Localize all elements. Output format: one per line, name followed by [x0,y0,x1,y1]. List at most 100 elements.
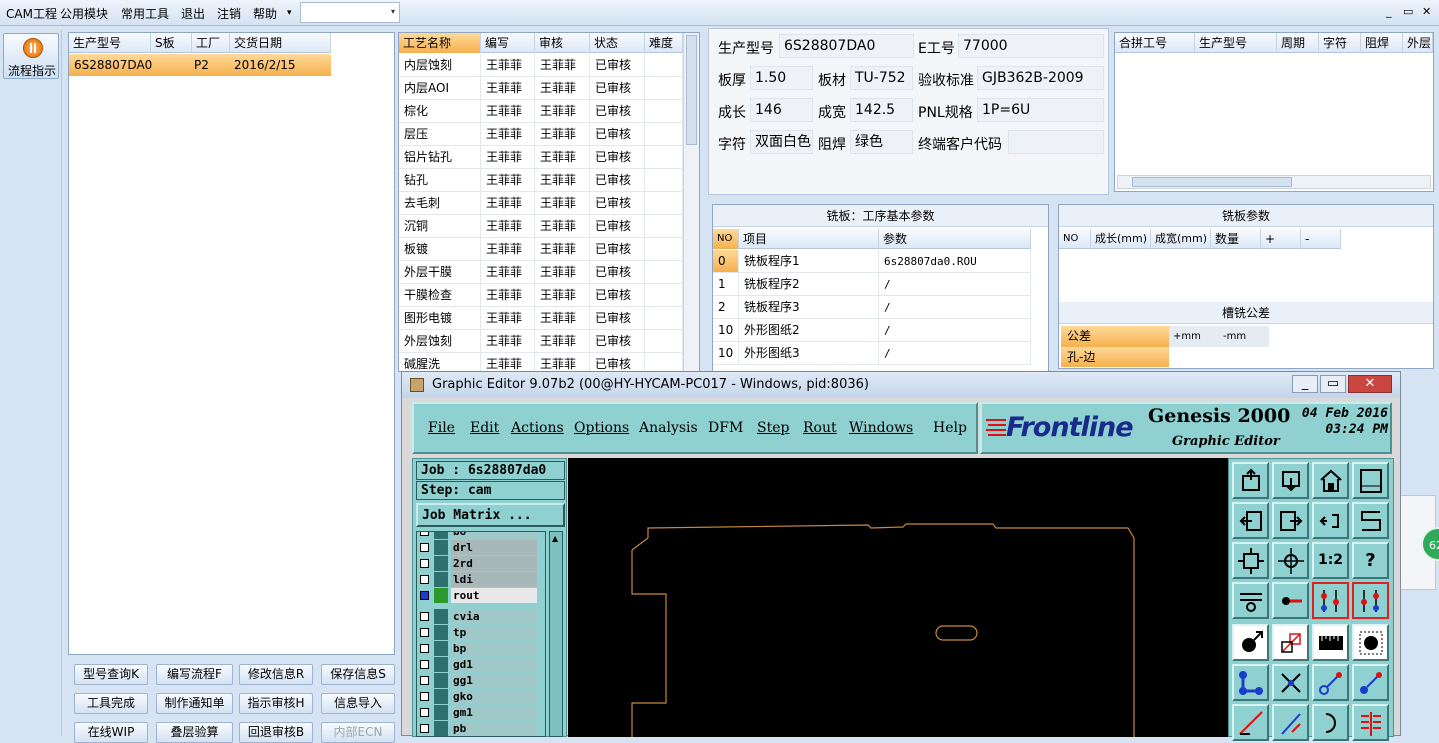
col-item[interactable]: 项目 [739,229,879,249]
layer-checkbox[interactable] [420,692,429,701]
col-outer[interactable]: 外层 [1403,33,1433,53]
layer-checkbox[interactable] [420,543,429,552]
layer-checkbox[interactable] [420,591,429,600]
table-row[interactable]: 去毛刺 王菲菲 王菲菲 已审核 [399,192,683,215]
col-no[interactable]: NO [713,229,739,249]
col-date[interactable]: 交货日期 [230,33,331,53]
fence-icon[interactable] [1352,704,1389,741]
tol-label[interactable]: 公差 [1061,326,1169,347]
layer-item[interactable]: gd1 [417,657,539,672]
model-query-button[interactable]: 型号查询K [74,664,148,685]
col-factory[interactable]: 工厂 [192,33,230,53]
menu-logout[interactable]: 注销 [217,5,241,22]
net-red-icon[interactable] [1312,582,1349,619]
job-matrix-button[interactable]: Job Matrix ... [416,503,565,527]
graphic-canvas[interactable] [568,458,1228,737]
pad-icon[interactable] [1352,624,1389,661]
col-mp-len[interactable]: 成长(mm) [1091,229,1151,249]
ruler-icon[interactable] [1312,624,1349,661]
wid-field[interactable]: 142.5 [850,98,913,122]
flow-button[interactable]: 流程指示 [3,33,59,79]
len-field[interactable]: 146 [750,98,813,122]
draw-line-icon[interactable] [1232,704,1269,741]
col-author[interactable]: 编写 [481,33,535,53]
menu-help[interactable]: 帮助 [253,5,277,22]
layer-item[interactable]: ldi [417,572,539,587]
ge-menu-analysis[interactable]: Analysis [639,420,698,436]
col-process[interactable]: 工艺名称 [399,33,481,53]
help-icon[interactable]: ? [1352,542,1389,579]
pnl-field[interactable]: 1P=6U [977,98,1104,122]
ge-menu-options[interactable]: Options [574,420,629,436]
col-mp-minus[interactable]: - [1301,229,1341,249]
col-s[interactable]: S板 [151,33,192,53]
ge-menu-edit[interactable]: Edit [470,420,499,436]
scrollbar[interactable] [683,33,699,371]
scroll-up-icon[interactable]: ▲ [552,534,558,543]
save-info-button[interactable]: 保存信息S [321,664,395,685]
window-icon[interactable] [1352,462,1389,499]
col-silk[interactable]: 字符 [1319,33,1361,53]
col-difficulty[interactable]: 难度 [645,33,683,53]
toolbar-combo[interactable]: ▾ [300,2,400,23]
table-row[interactable]: 2 铣板程序3/ [713,296,1031,319]
table-row[interactable]: 1 铣板程序2/ [713,273,1031,296]
ge-menu-windows[interactable]: Windows [849,420,913,436]
layer-item[interactable]: gg1 [417,673,539,688]
ratio-icon[interactable]: 1:2 [1312,542,1349,579]
help-dropdown-icon[interactable]: ▾ [287,8,292,18]
arc-icon[interactable] [1312,704,1349,741]
table-row[interactable]: 铝片钻孔 王菲菲 王菲菲 已审核 [399,146,683,169]
layer-item[interactable]: 2rd [417,556,539,571]
table-row[interactable]: 内层AOI 王菲菲 王菲菲 已审核 [399,77,683,100]
ge-menu-help[interactable]: Help [933,420,967,436]
table-row[interactable]: 层压 王菲菲 王菲菲 已审核 [399,123,683,146]
col-mp-wid[interactable]: 成宽(mm) [1151,229,1211,249]
close-button[interactable]: ✕ [1422,5,1431,18]
import-button[interactable]: 信息导入 [321,693,395,714]
layer-checkbox[interactable] [420,575,429,584]
snap-icon[interactable] [1272,582,1309,619]
h-scrollbar[interactable] [1117,175,1431,189]
ge-close-button[interactable]: ✕ [1348,375,1392,393]
col-mask[interactable]: 阻焊 [1361,33,1403,53]
layer-checkbox[interactable] [420,644,429,653]
layer-checkbox[interactable] [420,628,429,637]
table-row[interactable]: 图形电镀 王菲菲 王菲菲 已审核 [399,307,683,330]
layer-checkbox[interactable] [420,676,429,685]
fit-icon[interactable] [1232,542,1269,579]
table-row[interactable]: 棕化 王菲菲 王菲菲 已审核 [399,100,683,123]
ge-restore-button[interactable]: ▭ [1320,375,1346,393]
table-row[interactable]: 10 外形图纸2/ [713,319,1031,342]
home-icon[interactable] [1312,462,1349,499]
layer-item[interactable]: bo [417,532,539,539]
connect-icon[interactable] [1232,664,1269,701]
col-combine-model[interactable]: 生产型号 [1195,33,1277,53]
line-node-icon[interactable] [1312,664,1349,701]
col-cycle[interactable]: 周期 [1277,33,1319,53]
notice-button[interactable]: 制作通知单 [156,693,233,714]
h-scroll-thumb[interactable] [1132,177,1292,187]
layer-item[interactable]: cvia [417,609,539,624]
hole-edge-row[interactable]: 孔-边 [1061,347,1169,367]
table-row[interactable]: 外层蚀刻 王菲菲 王菲菲 已审核 [399,330,683,353]
scroll-thumb[interactable] [686,35,697,145]
layer-item[interactable]: gm1 [417,705,539,720]
edit-flow-button[interactable]: 编写流程F [156,664,233,685]
ge-menu-rout[interactable]: Rout [803,420,837,436]
net-red2-icon[interactable] [1352,582,1389,619]
col-status[interactable]: 状态 [590,33,645,53]
layer-checkbox[interactable] [420,708,429,717]
eno-field[interactable]: 77000 [958,34,1104,58]
layer-scrollbar[interactable]: ▲ [549,531,563,737]
stack-check-button[interactable]: 叠层验算 [156,722,233,743]
home-out-icon[interactable] [1272,462,1309,499]
review-button[interactable]: 指示审核H [239,693,313,714]
col-param[interactable]: 参数 [879,229,1031,249]
zoom-area-icon[interactable] [1352,502,1389,539]
minimize-button[interactable]: _ [1386,5,1392,18]
left-arrow-icon[interactable] [1232,502,1269,539]
layer-checkbox[interactable] [420,532,429,536]
settings-icon[interactable] [1232,582,1269,619]
cross-icon[interactable] [1272,664,1309,701]
